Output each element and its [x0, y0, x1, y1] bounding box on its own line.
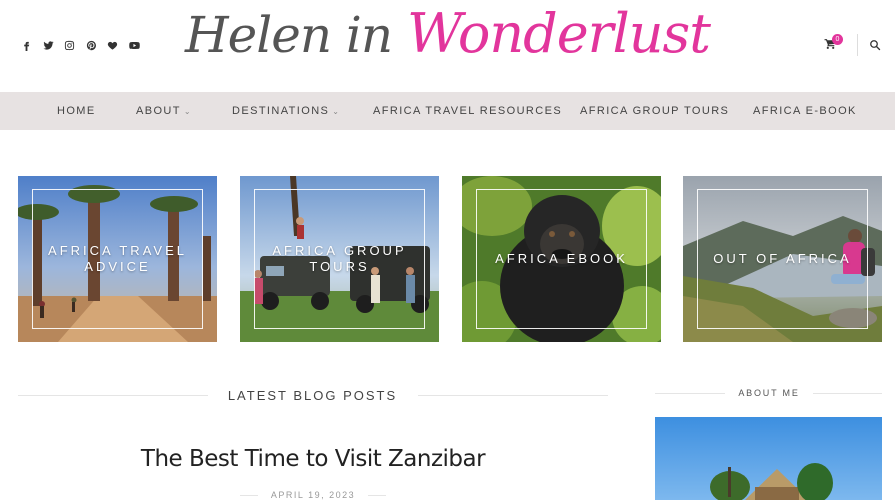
- nav-item-africa-group-tours[interactable]: AFRICA GROUP TOURS: [580, 92, 729, 130]
- logo-text-wonderlust: Wonderlust: [407, 2, 711, 65]
- sidebar-divider: [655, 393, 725, 394]
- search-icon[interactable]: [869, 38, 883, 52]
- nav-label: ABOUT: [136, 105, 181, 117]
- tile-label: AFRICA TRAVEL ADVICE: [48, 243, 187, 274]
- chevron-down-icon: ⌄: [332, 107, 341, 116]
- nav-item-destinations[interactable]: DESTINATIONS ⌄: [232, 92, 340, 130]
- latest-posts-heading: LATEST BLOG POSTS: [227, 388, 398, 403]
- tile-label: AFRICA GROUP TOURS: [272, 243, 407, 274]
- nav-label: AFRICA TRAVEL RESOURCES: [373, 105, 563, 117]
- section-divider: [18, 395, 208, 396]
- about-me-heading: ABOUT ME: [738, 388, 800, 398]
- nav-item-africa-ebook[interactable]: AFRICA E-BOOK: [753, 92, 857, 130]
- tile-label: OUT OF AFRICA: [713, 251, 852, 266]
- post-title-link[interactable]: The Best Time to Visit Zanzibar: [18, 446, 608, 472]
- post-date: APRIL 19, 2023: [270, 490, 356, 500]
- chevron-down-icon: ⌄: [183, 107, 193, 116]
- nav-label: AFRICA E-BOOK: [753, 105, 857, 117]
- nav-label: HOME: [57, 105, 96, 117]
- nav-label: DESTINATIONS: [232, 105, 330, 117]
- about-me-image[interactable]: [655, 417, 882, 500]
- header-divider: [857, 34, 858, 56]
- feature-tile-out-of-africa[interactable]: OUT OF AFRICA: [683, 176, 882, 342]
- nav-item-about[interactable]: ABOUT ⌄: [136, 92, 192, 130]
- main-navigation: HOME ABOUT ⌄ DESTINATIONS ⌄ AFRICA TRAVEL …: [0, 92, 895, 130]
- cart-button[interactable]: 0: [824, 34, 843, 53]
- logo-text-helen: Helen in: [185, 6, 408, 64]
- cart-count-badge: 0: [832, 34, 843, 45]
- section-divider: [418, 395, 608, 396]
- tile-label: AFRICA EBOOK: [495, 251, 628, 266]
- sidebar-divider: [813, 393, 882, 394]
- nav-label: AFRICA GROUP TOURS: [580, 105, 730, 117]
- site-header: Helen in Wonderlust 0: [0, 0, 895, 92]
- feature-tile-ebook[interactable]: AFRICA EBOOK: [462, 176, 661, 342]
- nav-item-home[interactable]: HOME: [57, 92, 96, 130]
- date-divider: [368, 495, 386, 496]
- nav-item-africa-travel-resources[interactable]: AFRICA TRAVEL RESOURCES: [373, 92, 562, 130]
- feature-tile-group-tours[interactable]: AFRICA GROUP TOURS: [240, 176, 439, 342]
- feature-tile-travel-advice[interactable]: AFRICA TRAVEL ADVICE: [18, 176, 217, 342]
- site-logo[interactable]: Helen in Wonderlust: [0, 2, 895, 65]
